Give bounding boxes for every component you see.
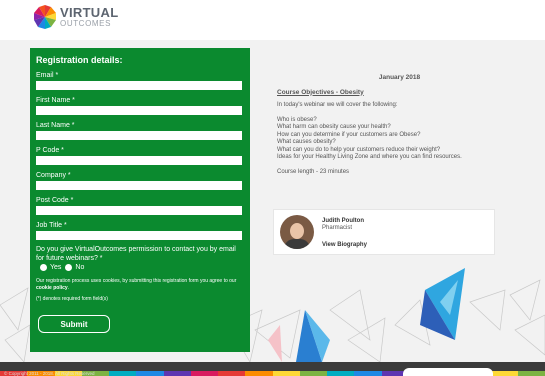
first-name-field[interactable] (36, 106, 242, 115)
presenter-card: Judith Poulton Pharmacist View Biography (273, 209, 495, 255)
job-title-label: Job Title * (36, 222, 67, 229)
avatar-face (290, 223, 304, 239)
consent-yes-label: Yes (50, 264, 62, 271)
cookie-note: Our registration process uses cookies, b… (36, 278, 244, 292)
p-code-field[interactable] (36, 156, 242, 165)
last-name-label: Last Name * (36, 122, 75, 129)
site-footer: © Copyright 2011 - 2018. All Rights Rese… (0, 362, 545, 376)
form-title: Registration details: (36, 55, 123, 65)
first-name-label: First Name * (36, 97, 75, 104)
post-code-field[interactable] (36, 206, 242, 215)
presenter-name: Judith Poulton (322, 218, 364, 224)
course-objective-item: How can you determine if your customers … (277, 131, 421, 138)
logo-text: VIRTUAL OUTCOMES (60, 6, 118, 28)
avatar-body (284, 239, 310, 249)
course-info: January 2018 Course Objectives - Obesity… (277, 74, 522, 176)
consent-yes-radio[interactable] (40, 264, 47, 271)
view-biography-link[interactable]: View Biography (322, 242, 367, 248)
cookie-policy-link[interactable]: cookie policy (36, 285, 68, 291)
presenter-role: Pharmacist (322, 225, 353, 231)
cookie-note-text: Our registration process uses cookies, b… (36, 278, 237, 284)
course-objective-item: What harm can obesity cause your health? (277, 124, 391, 130)
cookie-banner-tab[interactable] (403, 368, 493, 376)
consent-no-radio[interactable] (65, 264, 73, 271)
course-intro: In today's webinar we will cover the fol… (277, 102, 398, 108)
course-objectives-title: Course Objectives - Obesity (277, 88, 364, 96)
consent-no-label: No (75, 264, 85, 271)
last-name-field[interactable] (36, 131, 242, 140)
submit-button[interactable]: Submit (38, 315, 110, 333)
site-header: VIRTUAL OUTCOMES (0, 0, 545, 40)
company-label: Company * (36, 172, 71, 179)
company-field[interactable] (36, 181, 242, 190)
post-code-label: Post Code * (36, 197, 74, 204)
p-code-label: P Code * (36, 147, 64, 154)
registration-form: Registration details: Email * First Name… (30, 48, 250, 352)
email-label: Email * (36, 72, 59, 79)
email-field[interactable] (36, 81, 242, 90)
required-note: (*) denotes required form field(s) (36, 296, 108, 302)
course-objective-item: What causes obesity? (277, 139, 336, 145)
cookie-note-end: . (67, 285, 70, 291)
consent-question: Do you give VirtualOutcomes permission t… (36, 246, 236, 262)
presenter-avatar (280, 215, 314, 249)
logo[interactable]: VIRTUAL OUTCOMES (32, 4, 118, 30)
course-length: Course length - 23 minutes (277, 168, 350, 175)
consent-radio-group: Yes No (36, 264, 244, 271)
logo-icon (34, 5, 56, 29)
course-objective-item: Ideas for your Healthy Living Zone and w… (277, 154, 462, 160)
job-title-field[interactable] (36, 231, 242, 240)
course-objective-item: What can you do to help your customers r… (277, 146, 441, 153)
copyright-text: © Copyright 2011 - 2018. All Rights Rese… (4, 371, 95, 376)
course-date: January 2018 (378, 74, 421, 81)
logo-name-line1: VIRTUAL (60, 5, 119, 20)
course-objective-item: Who is obese? (277, 116, 317, 123)
main-content: Registration details: Email * First Name… (0, 40, 545, 362)
logo-name-line2: OUTCOMES (60, 19, 112, 28)
